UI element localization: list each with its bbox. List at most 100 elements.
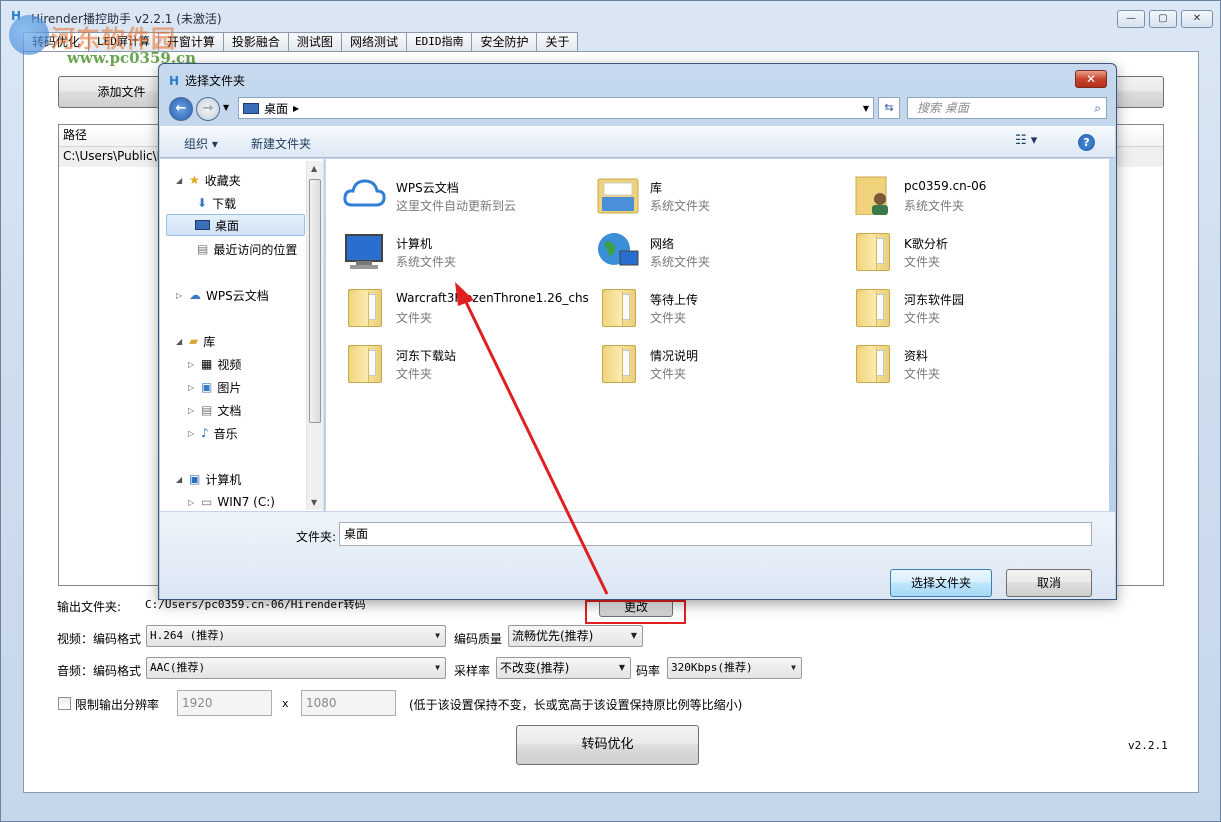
scrollbar-thumb[interactable] bbox=[309, 179, 321, 423]
nav-drive-c[interactable]: ▷ ▭ WIN7 (C:) bbox=[188, 491, 275, 513]
bitrate-value: 320Kbps(推荐) bbox=[671, 661, 753, 674]
scroll-down-icon[interactable]: ▼ bbox=[311, 498, 317, 507]
quality-select[interactable]: 流畅优先(推荐) ▼ bbox=[508, 625, 643, 647]
star-icon: ★ bbox=[189, 173, 200, 187]
item-name: Warcraft3FrozenThrone1.26_chs bbox=[396, 291, 589, 305]
list-item[interactable]: 河东软件园 文件夹 bbox=[850, 281, 1100, 331]
tree-collapsed-icon[interactable]: ▷ bbox=[188, 360, 196, 369]
tab-security[interactable]: 安全防护 bbox=[471, 32, 538, 51]
command-bar: 组织 ▾ 新建文件夹 ☷ ▾ ? bbox=[160, 126, 1115, 158]
item-name: 等待上传 bbox=[650, 293, 699, 307]
document-icon: ▤ bbox=[201, 403, 213, 417]
nav-videos[interactable]: ▷ ▦ 视频 bbox=[188, 353, 241, 375]
refresh-icon[interactable]: ⇆ bbox=[878, 97, 900, 119]
folder-icon bbox=[342, 287, 386, 327]
item-type: 系统文件夹 bbox=[650, 199, 711, 213]
limit-resolution-checkbox[interactable] bbox=[58, 697, 71, 710]
right-button[interactable] bbox=[1114, 76, 1164, 108]
tab-projection[interactable]: 投影融合 bbox=[222, 32, 289, 51]
video-codec-select[interactable]: H.264 (推荐) ▼ bbox=[146, 625, 446, 647]
forward-arrow-icon[interactable]: → bbox=[196, 97, 220, 121]
organize-menu[interactable]: 组织 ▾ bbox=[184, 135, 218, 152]
tree-expand-icon[interactable]: ◢ bbox=[176, 176, 184, 185]
list-item[interactable]: 计算机 系统文件夹 bbox=[342, 225, 592, 275]
tab-network-test[interactable]: 网络测试 bbox=[340, 32, 407, 51]
dialog-title-bar: H 选择文件夹 bbox=[169, 72, 245, 89]
tab-about[interactable]: 关于 bbox=[536, 32, 579, 51]
tab-test-pattern[interactable]: 测试图 bbox=[287, 32, 342, 51]
folder-name-input[interactable]: 桌面 bbox=[339, 522, 1092, 546]
nav-computer[interactable]: ◢ ▣ 计算机 bbox=[176, 468, 241, 490]
nav-label: 下载 bbox=[212, 196, 237, 211]
dialog-close-button[interactable]: ✕ bbox=[1075, 70, 1107, 88]
chevron-down-icon[interactable]: ▼ bbox=[863, 104, 869, 113]
nav-recent[interactable]: ▤ 最近访问的位置 bbox=[197, 238, 297, 260]
tree-collapsed-icon[interactable]: ▷ bbox=[188, 498, 196, 507]
list-item[interactable]: WPS云文档 这里文件自动更新到云 bbox=[342, 169, 592, 219]
select-folder-dialog: H 选择文件夹 ✕ ← → ▼ 桌面 ▶ ▼ ⇆ 搜索 桌面 ⌕ 组织 ▾ 新建… bbox=[158, 63, 1117, 600]
folder-icon bbox=[850, 343, 894, 383]
list-item[interactable]: Warcraft3FrozenThrone1.26_chs 文件夹 bbox=[342, 281, 592, 331]
nav-documents[interactable]: ▷ ▤ 文档 bbox=[188, 399, 241, 421]
nav-label: 文档 bbox=[217, 403, 242, 418]
tree-collapsed-icon[interactable]: ▷ bbox=[188, 429, 196, 438]
item-name: 库 bbox=[650, 181, 663, 195]
chevron-right-icon[interactable]: ▶ bbox=[293, 104, 299, 113]
list-item[interactable]: 河东下载站 文件夹 bbox=[342, 337, 592, 387]
nav-music[interactable]: ▷ ♪ 音乐 bbox=[188, 422, 238, 444]
list-item[interactable]: 资料 文件夹 bbox=[850, 337, 1100, 387]
tab-edid[interactable]: EDID指南 bbox=[405, 32, 473, 51]
help-icon[interactable]: ? bbox=[1078, 134, 1095, 151]
cancel-button[interactable]: 取消 bbox=[1006, 569, 1092, 597]
maximize-button[interactable]: ▢ bbox=[1149, 10, 1177, 28]
height-field[interactable]: 1080 bbox=[301, 690, 396, 716]
nav-wps[interactable]: ▷ ☁ WPS云文档 bbox=[176, 284, 269, 306]
nav-label: 最近访问的位置 bbox=[213, 242, 298, 257]
address-crumb[interactable]: 桌面 bbox=[264, 100, 288, 117]
nav-desktop[interactable]: 桌面 bbox=[166, 214, 305, 236]
address-bar[interactable]: 桌面 ▶ ▼ bbox=[238, 97, 874, 119]
search-icon[interactable]: ⌕ bbox=[1094, 98, 1101, 118]
output-folder-label: 输出文件夹: bbox=[57, 600, 122, 614]
cloud-icon: ☁ bbox=[189, 288, 201, 302]
nav-favorites[interactable]: ◢ ★ 收藏夹 bbox=[176, 169, 241, 191]
computer-icon bbox=[345, 234, 383, 269]
list-item[interactable]: K歌分析 文件夹 bbox=[850, 225, 1100, 275]
nav-label: 桌面 bbox=[215, 218, 240, 233]
close-button[interactable]: ✕ bbox=[1181, 10, 1213, 28]
audio-codec-select[interactable]: AAC(推荐) ▼ bbox=[146, 657, 446, 679]
folder-icon bbox=[596, 343, 640, 383]
samplerate-select[interactable]: 不改变(推荐) ▼ bbox=[496, 657, 631, 679]
bitrate-select[interactable]: 320Kbps(推荐) ▼ bbox=[667, 657, 802, 679]
scroll-up-icon[interactable]: ▲ bbox=[311, 164, 317, 173]
search-input[interactable]: 搜索 桌面 ⌕ bbox=[907, 97, 1107, 119]
convert-button[interactable]: 转码优化 bbox=[516, 725, 699, 765]
tree-collapsed-icon[interactable]: ▷ bbox=[176, 291, 184, 300]
download-icon: ⬇ bbox=[197, 196, 208, 210]
list-item[interactable]: pc0359.cn-06 系统文件夹 bbox=[850, 169, 1100, 219]
library-icon bbox=[597, 178, 639, 214]
list-item[interactable]: 等待上传 文件夹 bbox=[596, 281, 846, 331]
new-folder-button[interactable]: 新建文件夹 bbox=[251, 135, 311, 152]
width-field[interactable]: 1920 bbox=[177, 690, 272, 716]
nav-scrollbar[interactable]: ▲ ▼ bbox=[306, 161, 323, 510]
item-type: 这里文件自动更新到云 bbox=[396, 199, 517, 213]
list-item[interactable]: 库 系统文件夹 bbox=[596, 169, 846, 219]
tree-expand-icon[interactable]: ◢ bbox=[176, 475, 184, 484]
tree-collapsed-icon[interactable]: ▷ bbox=[188, 406, 196, 415]
tree-collapsed-icon[interactable]: ▷ bbox=[188, 383, 196, 392]
view-options-icon[interactable]: ☷ ▾ bbox=[1015, 133, 1037, 148]
watermark-logo-icon bbox=[9, 15, 49, 55]
tree-expand-icon[interactable]: ◢ bbox=[176, 337, 184, 346]
list-item[interactable]: 网络 系统文件夹 bbox=[596, 225, 846, 275]
minimize-button[interactable]: — bbox=[1117, 10, 1145, 28]
nav-downloads[interactable]: ⬇ 下载 bbox=[197, 192, 236, 214]
list-item[interactable]: 情况说明 文件夹 bbox=[596, 337, 846, 387]
nav-pictures[interactable]: ▷ ▣ 图片 bbox=[188, 376, 241, 398]
select-folder-button[interactable]: 选择文件夹 bbox=[890, 569, 992, 597]
nav-library[interactable]: ◢ ▰ 库 bbox=[176, 330, 215, 352]
recent-dropdown-icon[interactable]: ▼ bbox=[223, 103, 229, 112]
bitrate-label: 码率 bbox=[636, 664, 661, 678]
back-arrow-icon[interactable]: ← bbox=[169, 97, 193, 121]
dialog-footer: 文件夹: 桌面 选择文件夹 取消 bbox=[160, 511, 1115, 599]
